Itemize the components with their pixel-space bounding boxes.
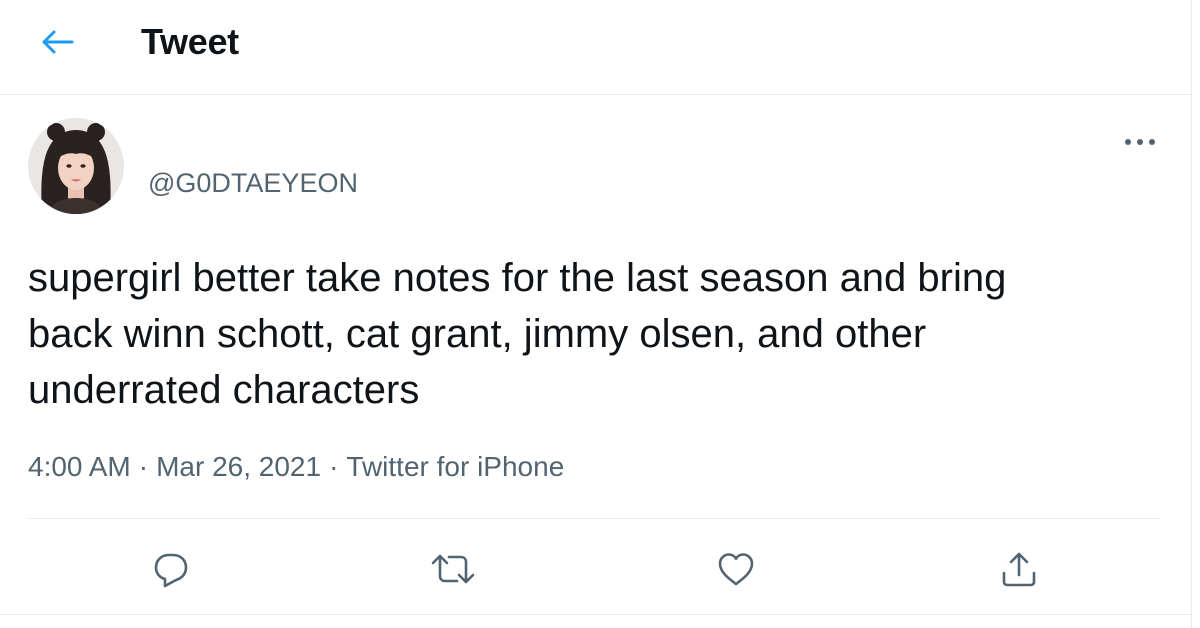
- actions-divider: [28, 518, 1160, 519]
- retweet-icon: [429, 549, 477, 589]
- bottom-divider: [0, 614, 1192, 615]
- tweet-text: supergirl better take notes for the last…: [28, 256, 1007, 412]
- avatar[interactable]: [28, 118, 124, 214]
- tweet-meta: 4:00 AM · Mar 26, 2021 · Twitter for iPhone: [28, 448, 564, 486]
- more-icon: [1124, 138, 1156, 146]
- share-icon: [999, 549, 1039, 589]
- share-button[interactable]: [994, 544, 1044, 594]
- retweet-button[interactable]: [428, 544, 478, 594]
- meta-separator: ·: [138, 451, 149, 482]
- reply-icon: [151, 549, 191, 589]
- reply-button[interactable]: [146, 544, 196, 594]
- more-options-button[interactable]: [1118, 124, 1162, 160]
- page-title: Tweet: [141, 21, 239, 62]
- tweet-page: Tweet @G0DTAEYEON supergirl better take …: [0, 0, 1192, 628]
- tweet-time[interactable]: 4:00 AM: [28, 451, 131, 482]
- page-header: Tweet: [0, 0, 1192, 95]
- like-button[interactable]: [711, 544, 761, 594]
- meta-separator: ·: [329, 451, 339, 482]
- tweet-source[interactable]: Twitter for iPhone: [346, 451, 564, 482]
- arrow-left-icon: [40, 28, 76, 56]
- like-icon: [716, 549, 756, 589]
- tweet-date[interactable]: Mar 26, 2021: [156, 451, 321, 482]
- user-handle[interactable]: @G0DTAEYEON: [148, 166, 358, 200]
- back-button[interactable]: [36, 24, 80, 60]
